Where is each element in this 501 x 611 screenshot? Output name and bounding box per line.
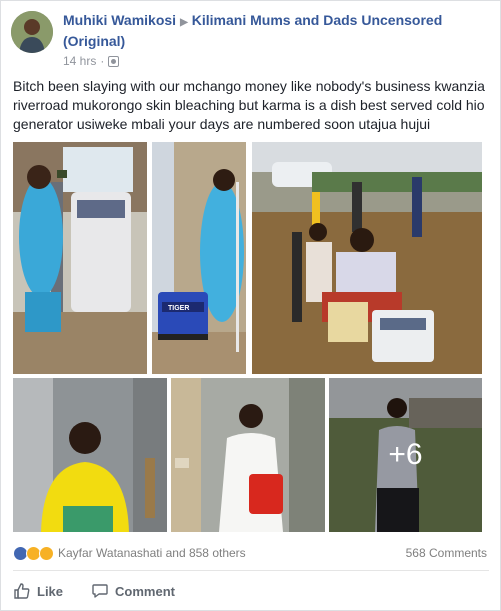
post-photo-4[interactable]: [13, 378, 167, 532]
meta-separator: ·: [100, 54, 105, 68]
post-photo-3[interactable]: [252, 142, 482, 374]
post-header: Muhiki Wamikosi ▶ Kilimani Mums and Dads U…: [11, 11, 491, 71]
more-photos-count: +6: [388, 438, 423, 471]
sad-icon: [39, 545, 54, 561]
post-meta: 14 hrs ·: [63, 54, 120, 68]
post-photo-5[interactable]: [171, 378, 325, 532]
author-name[interactable]: Muhiki Wamikosi: [63, 12, 176, 28]
like-label: Like: [37, 583, 64, 599]
comment-label: Comment: [115, 583, 175, 599]
feed-post: Muhiki Wamikosi ▶ Kilimani Mums and Dads U…: [0, 0, 501, 611]
comments-count[interactable]: 568 Comments: [406, 546, 487, 560]
post-photo-1[interactable]: [13, 142, 147, 374]
thumbs-up-icon: [14, 583, 30, 599]
post-photo-6[interactable]: +6: [329, 378, 482, 532]
generator-brand-label: TIGER: [168, 305, 189, 312]
post-text: Bitch been slaying with our mchango mone…: [13, 78, 485, 132]
privacy-icon: [108, 55, 120, 67]
comment-button[interactable]: Comment: [91, 582, 175, 600]
post-photo-2[interactable]: TIGER: [152, 142, 246, 374]
post-actions: Like Comment: [13, 578, 175, 604]
action-divider: [13, 570, 489, 571]
more-photos-overlay[interactable]: +6: [329, 378, 482, 532]
post-time[interactable]: 14 hrs: [63, 54, 96, 68]
comment-icon: [92, 584, 108, 598]
like-button[interactable]: Like: [13, 582, 63, 600]
reaction-summary[interactable]: Kayfar Watanashati and 858 others: [13, 544, 246, 562]
author-avatar[interactable]: [11, 11, 53, 53]
reaction-count[interactable]: Kayfar Watanashati and 858 others: [58, 546, 246, 560]
arrow-right-icon: ▶: [180, 17, 188, 28]
post-title: Muhiki Wamikosi ▶ Kilimani Mums and Dads U…: [63, 11, 493, 51]
